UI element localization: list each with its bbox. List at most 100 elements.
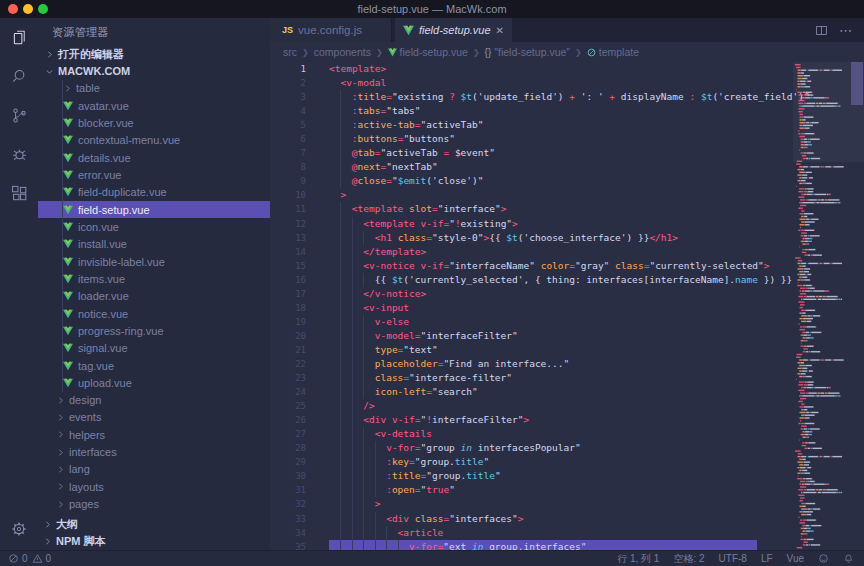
chevron-down-icon [45, 67, 54, 76]
vue-icon [63, 135, 73, 145]
tree-item-label: contextual-menu.vue [78, 134, 180, 146]
code-line-27: 27<v-details [270, 427, 864, 441]
status-feedback[interactable] [818, 553, 829, 564]
outline-section[interactable]: 大纲 [38, 516, 270, 533]
code-line-17: 17</v-notice> [270, 287, 864, 301]
breadcrumb-template[interactable]: template [587, 46, 639, 58]
status-Vue[interactable]: Vue [787, 553, 804, 564]
more-actions-icon[interactable]: ⋯ [839, 23, 853, 38]
tree-item-avatar.vue[interactable]: avatar.vue [38, 97, 270, 114]
breadcrumb-separator: ❯ [575, 48, 582, 57]
tree-item-label: layouts [69, 481, 104, 493]
line-number: 8 [270, 160, 306, 174]
status-11[interactable]: 行 1, 列 1 [617, 552, 659, 566]
tree-item-label: icon.vue [78, 221, 119, 233]
close-window-button [8, 4, 18, 14]
tree-item-upload.vue[interactable]: upload.vue [38, 374, 270, 391]
tree-item-interfaces[interactable]: interfaces [38, 443, 270, 460]
vue-icon [63, 291, 73, 301]
tree-item-lang[interactable]: lang [38, 461, 270, 478]
npm-scripts-section[interactable]: NPM 脚本 [38, 533, 270, 550]
tree-item-progress-ring.vue[interactable]: progress-ring.vue [38, 322, 270, 339]
tree-item-field-setup.vue[interactable]: field-setup.vue [38, 201, 270, 218]
tree-item-label: field-duplicate.vue [78, 186, 167, 198]
code-line-7: 7@tab="activeTab = $event" [270, 146, 864, 160]
code-line-24: 24icon-left="search" [270, 385, 864, 399]
close-tab-icon[interactable]: ✕ [492, 25, 504, 36]
status-UTF8[interactable]: UTF-8 [719, 553, 747, 564]
code-editor[interactable]: 1<template>2<v-modal3:title="existing ? … [270, 62, 864, 550]
vue-icon [63, 101, 73, 111]
minimap[interactable] [793, 62, 850, 550]
workspace-section[interactable]: MACWK.COM [38, 63, 270, 80]
tree-item-error.vue[interactable]: error.vue [38, 166, 270, 183]
breadcrumb-components[interactable]: components [314, 46, 371, 58]
activity-debug-button[interactable] [0, 135, 38, 174]
tree-item-details.vue[interactable]: details.vue [38, 149, 270, 166]
tree-item-label: progress-ring.vue [78, 325, 164, 337]
activity-search-button[interactable] [0, 57, 38, 96]
tree-item-pages[interactable]: pages [38, 495, 270, 512]
tab-bar: JSvue.config.jsfield-setup.vue✕ ⋯ [270, 18, 864, 42]
tree-item-tag.vue[interactable]: tag.vue [38, 357, 270, 374]
activity-settings-button[interactable] [0, 509, 38, 548]
code-line-21: 21type="text" [270, 343, 864, 357]
line-number: 20 [270, 329, 306, 343]
tab-label: vue.config.js [298, 24, 362, 36]
activity-files-button[interactable] [0, 18, 38, 57]
line-number: 2 [270, 76, 306, 90]
tree-item-layouts[interactable]: layouts [38, 478, 270, 495]
file-tree: table avatar.vueblocker.vue contextual-men… [38, 80, 270, 513]
activity-extensions-button[interactable] [0, 174, 38, 213]
line-number: 21 [270, 343, 306, 357]
tree-item-icon.vue[interactable]: icon.vue [38, 218, 270, 235]
tree-item-loader.vue[interactable]: loader.vue [38, 288, 270, 305]
line-number: 14 [270, 245, 306, 259]
line-number: 33 [270, 512, 306, 526]
split-editor-icon[interactable] [815, 24, 828, 37]
zoom-window-button [38, 4, 48, 14]
tree-item-blocker.vue[interactable]: blocker.vue [38, 114, 270, 131]
vue-icon [63, 343, 73, 353]
tree-item-invisible-label.vue[interactable]: invisible-label.vue [38, 253, 270, 270]
tree-item-items.vue[interactable]: items.vue [38, 270, 270, 287]
tree-item-table[interactable]: table [38, 80, 270, 97]
traffic-lights[interactable] [8, 4, 48, 14]
breadcrumb-field-setup.vue[interactable]: {}"field-setup.vue" [485, 46, 570, 58]
status-2[interactable]: 空格: 2 [673, 552, 704, 566]
status-bell[interactable] [843, 553, 854, 564]
vue-icon [63, 222, 73, 232]
scrollbar-thumb[interactable] [851, 62, 863, 105]
status-LF[interactable]: LF [761, 553, 773, 564]
status-warning[interactable]: 0 [32, 553, 52, 564]
code-line-31: 31:open="true" [270, 483, 864, 497]
settings-icon [10, 520, 28, 538]
status-error[interactable]: 0 [8, 553, 28, 564]
tree-item-label: pages [69, 498, 99, 510]
tree-item-field-duplicate.vue[interactable]: field-duplicate.vue [38, 184, 270, 201]
tree-item-install.vue[interactable]: install.vue [38, 236, 270, 253]
chevron-right-icon [56, 500, 65, 509]
line-number: 19 [270, 315, 306, 329]
activity-source-control-button[interactable] [0, 96, 38, 135]
error-icon [8, 553, 19, 564]
tab-vue.config.js[interactable]: JSvue.config.js [270, 18, 392, 42]
tree-item-label: table [76, 82, 100, 94]
warning-icon [32, 553, 43, 564]
tree-item-events[interactable]: events [38, 409, 270, 426]
tree-item-design[interactable]: design [38, 392, 270, 409]
code-line-2: 2<v-modal [270, 76, 864, 90]
breadcrumb-field-setup.vue[interactable]: field-setup.vue [388, 46, 468, 58]
workspace-label: MACWK.COM [58, 65, 130, 77]
tree-item-contextual-menu.vue[interactable]: contextual-menu.vue [38, 132, 270, 149]
breadcrumb-src[interactable]: src [283, 46, 297, 58]
tree-item-helpers[interactable]: helpers [38, 426, 270, 443]
code-line-28: 28v-for="group in interfacesPopular" [270, 441, 864, 455]
tab-field-setup.vue[interactable]: field-setup.vue✕ [395, 18, 512, 42]
open-editors-section[interactable]: 打开的编辑器 [38, 46, 270, 63]
tree-item-notice.vue[interactable]: notice.vue [38, 305, 270, 322]
tree-item-signal.vue[interactable]: signal.vue [38, 340, 270, 357]
line-number: 3 [270, 90, 306, 104]
code-line-12: 12<template v-if="!existing"> [270, 217, 864, 231]
code-line-16: 16{{ $t('currently_selected', { thing: i… [270, 273, 864, 287]
